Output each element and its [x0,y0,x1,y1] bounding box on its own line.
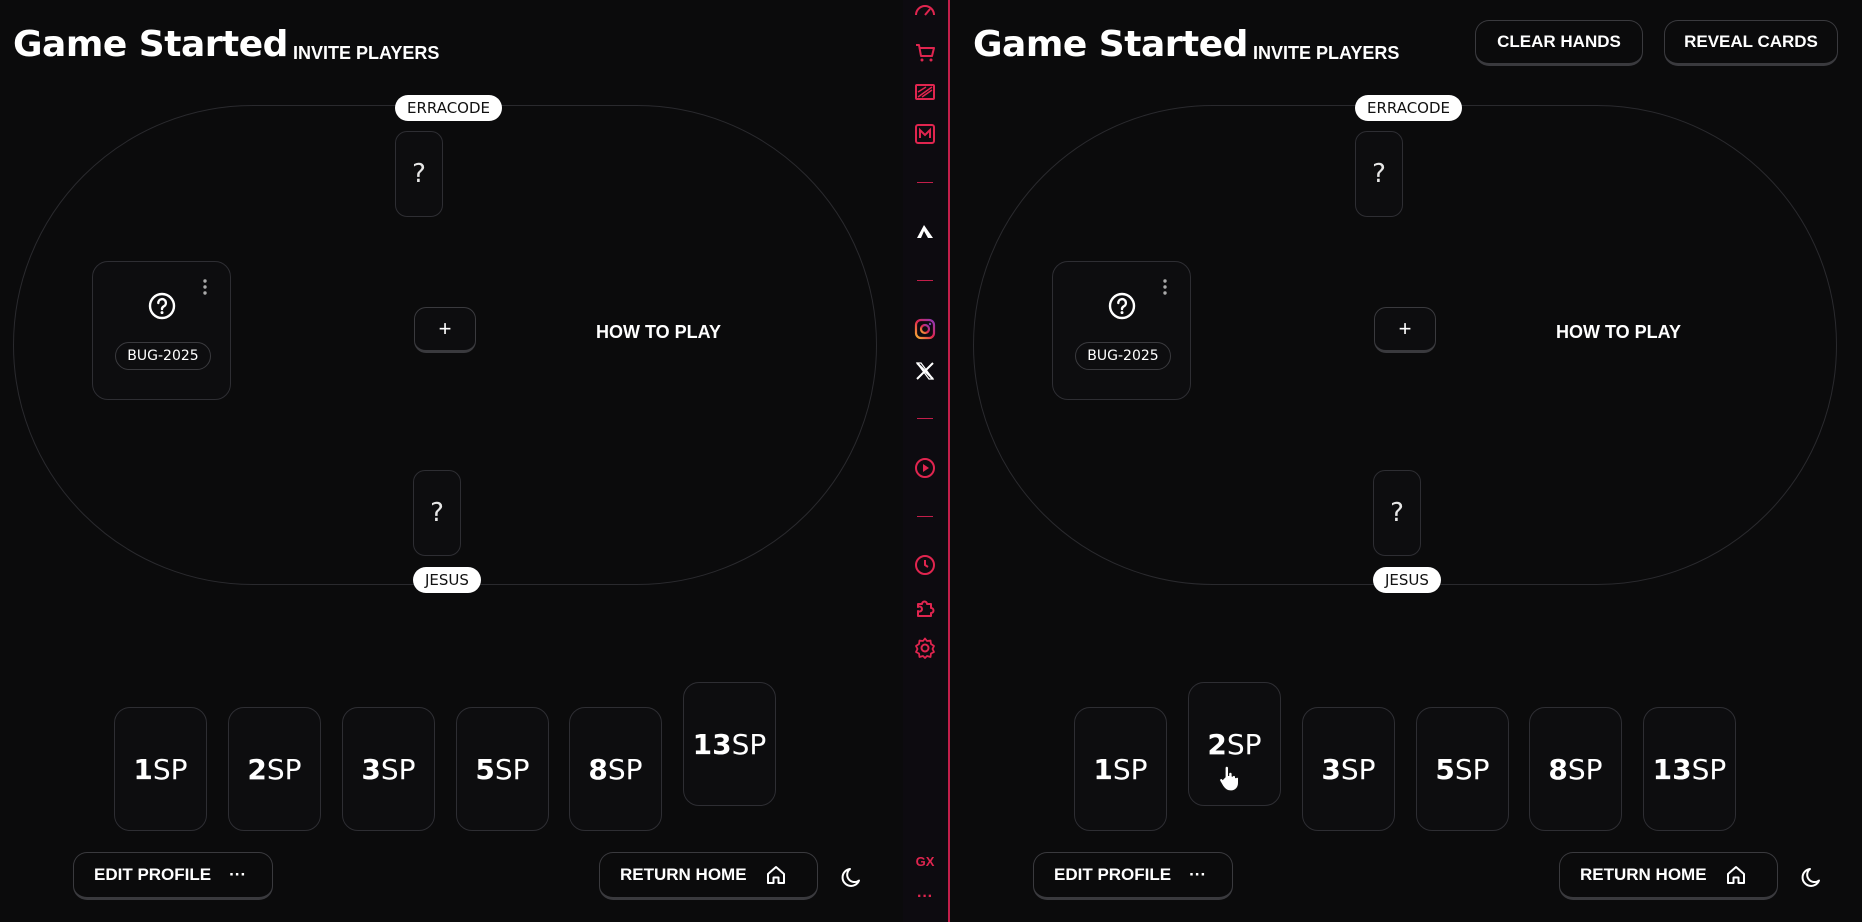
vote-card-1[interactable]: 1 SP [114,707,207,831]
return-home-button[interactable]: RETURN HOME [1559,852,1778,900]
return-home-button[interactable]: RETURN HOME [599,852,818,900]
sidebar-more-icon[interactable]: ··· [911,889,939,905]
invite-players-button[interactable]: INVITE PLAYERS [293,42,439,64]
mail-icon[interactable] [913,122,937,146]
invite-players-button[interactable]: INVITE PLAYERS [1253,42,1399,64]
player-name-top: ERRACODE [395,95,503,121]
kebab-menu-icon[interactable] [200,278,210,296]
page-title: Game Started [973,24,1248,65]
dark-mode-toggle-icon[interactable] [1800,864,1826,890]
sidebar-divider [917,280,933,281]
how-to-play-button[interactable]: HOW TO PLAY [596,321,721,343]
kebab-menu-icon[interactable] [1160,278,1170,296]
add-story-button[interactable]: + [414,307,476,353]
settings-icon[interactable] [913,636,937,660]
vote-card-2[interactable]: 2 SP [228,707,321,831]
story-card[interactable]: BUG-2025 [92,261,231,400]
how-to-play-button[interactable]: HOW TO PLAY [1556,321,1681,343]
vote-card-1[interactable]: 1 SP [1074,707,1167,831]
history-icon[interactable] [913,553,937,577]
vote-card-3[interactable]: 3 SP [1302,707,1395,831]
player-icon[interactable] [913,456,937,480]
story-tag: BUG-2025 [115,342,211,370]
player-card-top: ? [395,131,443,217]
player-card-bottom: ? [1373,470,1421,556]
shopping-icon[interactable] [913,40,937,64]
vote-card-13[interactable]: 13 SP [1643,707,1736,831]
add-story-button[interactable]: + [1374,307,1436,353]
player-name-top: ERRACODE [1355,95,1463,121]
more-icon: ··· [229,865,247,884]
question-circle-icon [1108,292,1136,320]
sidebar-divider [917,418,933,419]
gx-label[interactable]: GX [911,854,939,869]
wallpaper-icon[interactable] [913,80,937,104]
sidebar-divider [917,516,933,517]
home-icon [766,866,785,884]
instagram-icon[interactable] [913,317,937,341]
edit-profile-label: EDIT PROFILE [94,865,212,884]
player-card-top: ? [1355,131,1403,217]
edit-profile-button[interactable]: EDIT PROFILE ··· [1033,852,1233,900]
more-icon: ··· [1189,865,1207,884]
player-card-bottom: ? [413,470,461,556]
story-card[interactable]: BUG-2025 [1052,261,1191,400]
vote-card-8[interactable]: 8 SP [1529,707,1622,831]
dark-mode-toggle-icon[interactable] [840,864,866,890]
return-home-label: RETURN HOME [620,865,747,884]
sidebar-divider [917,182,933,183]
left-pane: Game Started INVITE PLAYERS ERRACODE ? ?… [0,0,900,922]
vote-card-3[interactable]: 3 SP [342,707,435,831]
player-name-bottom: JESUS [1373,567,1441,593]
vote-card-5[interactable]: 5 SP [1416,707,1509,831]
app-logo-icon[interactable] [913,220,937,244]
question-circle-icon [148,292,176,320]
x-twitter-icon[interactable] [913,359,937,383]
reveal-cards-button[interactable]: REVEAL CARDS [1664,20,1838,66]
edit-profile-label: EDIT PROFILE [1054,865,1172,884]
right-pane: Game Started INVITE PLAYERS CLEAR HANDS … [960,0,1860,922]
hand-cursor-icon [1218,765,1240,792]
vote-card-13-selected[interactable]: 13 SP [683,682,776,806]
home-icon [1726,866,1745,884]
extensions-icon[interactable] [913,595,937,619]
page-title: Game Started [13,24,288,65]
vote-card-8[interactable]: 8 SP [569,707,662,831]
vote-card-5[interactable]: 5 SP [456,707,549,831]
edit-profile-button[interactable]: EDIT PROFILE ··· [73,852,273,900]
player-name-bottom: JESUS [413,567,481,593]
return-home-label: RETURN HOME [1580,865,1707,884]
speed-dial-icon[interactable] [913,0,937,24]
browser-sidebar: GX ··· [903,0,950,922]
clear-hands-button[interactable]: CLEAR HANDS [1475,20,1643,66]
story-tag: BUG-2025 [1075,342,1171,370]
